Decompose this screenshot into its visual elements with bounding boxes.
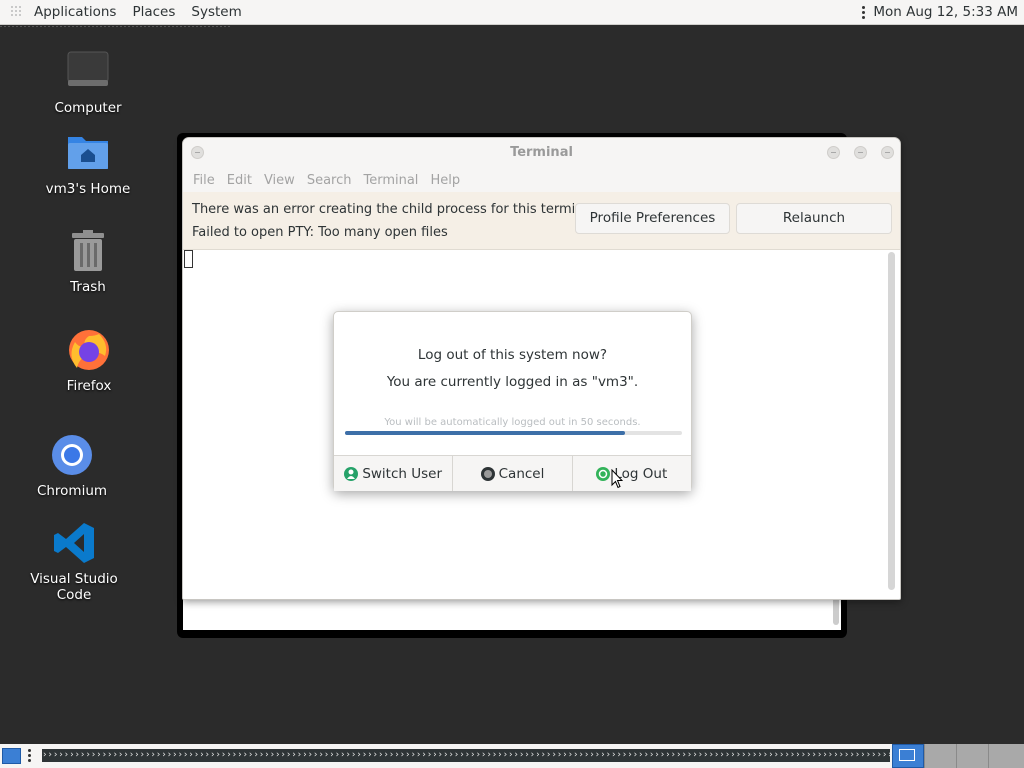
error-infobar: There was an error creating the child pr…: [183, 192, 900, 250]
menu-places[interactable]: Places: [124, 4, 183, 20]
menu-terminal[interactable]: Terminal: [357, 173, 424, 188]
workspace-4[interactable]: [988, 744, 1024, 768]
panel-separator: [0, 26, 230, 27]
terminal-menubar: File Edit View Search Terminal Help: [183, 168, 900, 192]
user-icon: [344, 466, 359, 481]
logout-dialog: Log out of this system now? You are curr…: [333, 311, 692, 491]
desktop-icon-label: vm3's Home: [45, 181, 131, 197]
top-panel: Applications Places System Mon Aug 12, 5…: [0, 0, 1024, 25]
countdown-progress-fill: [345, 431, 625, 435]
window-list[interactable]: ››››››››››››››››››››››››››››››››››››››››…: [42, 749, 890, 762]
countdown-text: You will be automatically logged out in …: [384, 417, 641, 428]
desktop-icon-computer[interactable]: Computer: [28, 50, 148, 116]
menu-file[interactable]: File: [187, 173, 221, 188]
clock-area[interactable]: Mon Aug 12, 5:33 AM: [862, 4, 1024, 20]
desktop-icon-label: Chromium: [36, 483, 108, 499]
firefox-icon: [67, 328, 111, 372]
close-icon[interactable]: [881, 146, 894, 159]
trash-icon: [66, 229, 110, 273]
logout-icon: [596, 466, 611, 481]
desktop-icon-label: Trash: [70, 279, 106, 295]
menu-edit[interactable]: Edit: [221, 173, 258, 188]
kebab-menu-icon[interactable]: [862, 5, 866, 19]
desktop-icon-label: Computer: [54, 100, 122, 116]
terminal-scrollbar[interactable]: [888, 252, 895, 590]
switch-user-label: Switch User: [362, 465, 443, 482]
switch-user-button[interactable]: Switch User: [334, 456, 453, 491]
workspace-3[interactable]: [956, 744, 988, 768]
desktop-icon-trash[interactable]: Trash: [28, 229, 148, 295]
clock[interactable]: Mon Aug 12, 5:33 AM: [873, 4, 1018, 20]
maximize-icon[interactable]: [854, 146, 867, 159]
desktop-icon-home[interactable]: vm3's Home: [28, 131, 148, 197]
panel-grip-icon[interactable]: [28, 749, 31, 764]
menu-search[interactable]: Search: [301, 173, 358, 188]
workspace-1[interactable]: [892, 744, 924, 768]
countdown-progress: [345, 431, 682, 435]
applications-grid-icon: [10, 5, 24, 19]
menu-applications[interactable]: Applications: [26, 4, 124, 20]
cancel-icon: [480, 466, 495, 481]
cancel-label: Cancel: [498, 465, 545, 482]
bottom-panel: ››››››››››››››››››››››››››››››››››››››››…: [0, 744, 1024, 768]
dialog-title: Log out of this system now?: [417, 347, 608, 363]
window-title: Terminal: [510, 145, 573, 160]
chromium-icon: [50, 433, 94, 477]
workspace-2[interactable]: [924, 744, 956, 768]
terminal-titlebar[interactable]: Terminal: [183, 138, 900, 168]
vscode-icon: [52, 521, 96, 565]
desktop-icon-chromium[interactable]: Chromium: [12, 433, 132, 499]
show-desktop-icon[interactable]: [2, 748, 21, 764]
error-message: There was an error creating the child pr…: [192, 202, 596, 217]
error-detail: Failed to open PTY: Too many open files: [192, 225, 448, 240]
log-out-button[interactable]: Log Out: [571, 456, 691, 491]
dialog-subtitle: You are currently logged in as "vm3".: [386, 374, 639, 390]
menu-help[interactable]: Help: [424, 173, 466, 188]
profile-preferences-button[interactable]: Profile Preferences: [575, 203, 730, 234]
relaunch-button[interactable]: Relaunch: [736, 203, 892, 234]
menu-system[interactable]: System: [183, 4, 249, 20]
desktop-icon-label: Visual Studio Code: [30, 571, 118, 603]
dialog-buttons: Switch User Cancel Log Out: [334, 455, 691, 491]
minimize-icon[interactable]: [827, 146, 840, 159]
computer-icon: [66, 50, 110, 94]
window-menu-icon[interactable]: [191, 146, 204, 159]
desktop-icon-label: Firefox: [66, 378, 112, 394]
cancel-button[interactable]: Cancel: [452, 456, 572, 491]
terminal-cursor: [184, 250, 193, 268]
menu-view[interactable]: View: [258, 173, 301, 188]
desktop-icon-vscode[interactable]: Visual Studio Code: [14, 521, 134, 603]
mouse-pointer-icon: [611, 469, 623, 489]
desktop-icon-firefox[interactable]: Firefox: [29, 328, 149, 394]
home-folder-icon: [66, 131, 110, 175]
